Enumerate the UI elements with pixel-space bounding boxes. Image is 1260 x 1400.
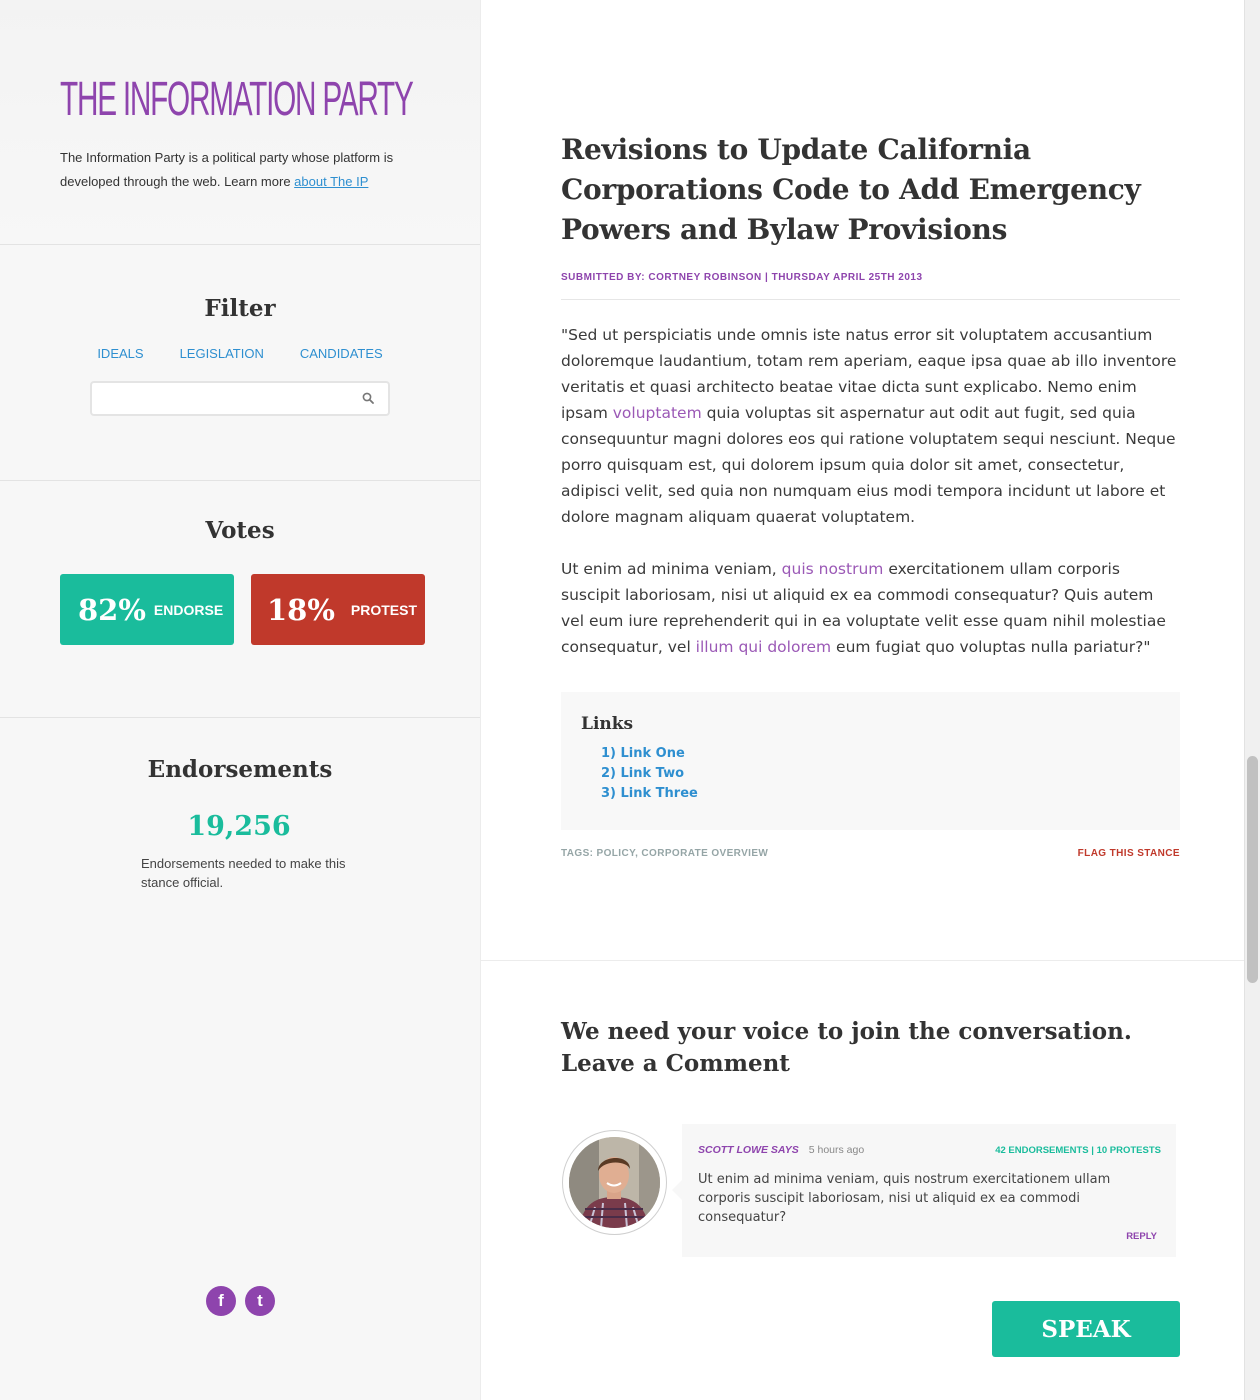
search-box — [90, 381, 390, 416]
protest-button[interactable]: 18% PROTEST — [251, 574, 425, 645]
sidebar: THE INFORMATION PARTY The Information Pa… — [0, 0, 481, 1400]
comment-time: 5 hours ago — [808, 1144, 865, 1156]
link-one[interactable]: 1) Link One — [601, 744, 1160, 764]
comment-card: SCOTT LOWE SAYS 5 hours ago 42 ENDORSEME… — [672, 1124, 1176, 1257]
endorsements-section: Endorsements 19,256 Endorsements needed … — [0, 718, 480, 892]
article-title: Revisions to Update California Corporati… — [561, 133, 1141, 246]
endorsements-title: Endorsements — [147, 756, 333, 783]
tab-candidates[interactable]: CANDIDATES — [300, 346, 383, 361]
tags-row: TAGS: POLICY, CORPORATE OVERVIEW FLAG TH… — [561, 848, 1180, 859]
tab-legislation[interactable]: LEGISLATION — [180, 346, 264, 361]
comment-author[interactable]: SCOTT LOWE SAYS — [698, 1144, 799, 1156]
intro-text: The Information Party is a political par… — [60, 146, 440, 194]
comments-heading-line2: Leave a Comment — [561, 1050, 790, 1077]
avatar-photo — [569, 1137, 660, 1228]
endorsements-note: Endorsements needed to make this stance … — [141, 856, 346, 890]
link-quis-nostrum[interactable]: quis nostrum — [782, 560, 884, 578]
p2-text-c: eum fugiat quo voluptas nulla pariatur?" — [831, 638, 1151, 656]
endorse-percent: 82% — [78, 592, 146, 627]
section-divider — [481, 960, 1244, 961]
comment-text: Ut enim ad minima veniam, quis nostrum e… — [698, 1172, 1111, 1225]
links-title: Links — [581, 714, 634, 734]
social-links: f t — [206, 1286, 275, 1316]
p2-text-a: Ut enim ad minima veniam, — [561, 560, 782, 578]
search-icon[interactable] — [362, 392, 374, 404]
filter-title: Filter — [204, 295, 276, 322]
article-meta: SUBMITTED BY: CORTNEY ROBINSON | THURSDA… — [561, 272, 1180, 300]
comment-header: SCOTT LOWE SAYS 5 hours ago 42 ENDORSEME… — [698, 1144, 1161, 1156]
reply-button[interactable]: REPLY — [698, 1231, 1161, 1242]
comments-heading-line1: We need your voice to join the conversat… — [561, 1018, 1132, 1045]
protest-percent: 18% — [267, 592, 335, 627]
link-three[interactable]: 3) Link Three — [601, 784, 1160, 804]
link-illum-qui-dolorem[interactable]: illum qui dolorem — [696, 638, 831, 656]
tab-ideals[interactable]: IDEALS — [97, 346, 143, 361]
paragraph-1: "Sed ut perspiciatis unde omnis iste nat… — [561, 322, 1180, 530]
p1-text-b: quia voluptas sit aspernatur aut odit au… — [561, 404, 1176, 526]
endorse-label: ENDORSE — [153, 601, 224, 618]
article-body: "Sed ut perspiciatis unde omnis iste nat… — [561, 322, 1180, 660]
endorsements-count: 19,256 — [187, 811, 291, 842]
avatar[interactable] — [562, 1130, 667, 1235]
votes-title: Votes — [205, 517, 275, 544]
endorse-button[interactable]: 82% ENDORSE — [60, 574, 234, 645]
filter-section: Filter IDEALS LEGISLATION CANDIDATES — [0, 245, 480, 481]
person-icon — [569, 1137, 660, 1228]
article: Revisions to Update California Corporati… — [561, 130, 1180, 859]
facebook-icon[interactable]: f — [206, 1286, 236, 1316]
flag-stance-link[interactable]: FLAG THIS STANCE — [1078, 848, 1180, 859]
main-content: Revisions to Update California Corporati… — [481, 0, 1244, 1400]
links-list: 1) Link One 2) Link Two 3) Link Three — [581, 744, 1160, 804]
comments-heading: We need your voice to join the conversat… — [561, 1016, 1161, 1080]
filter-tabs: IDEALS LEGISLATION CANDIDATES — [0, 346, 480, 361]
scrollbar[interactable] — [1244, 0, 1260, 1400]
paragraph-2: Ut enim ad minima veniam, quis nostrum e… — [561, 556, 1180, 660]
about-link[interactable]: about The IP — [294, 174, 368, 189]
vote-buttons: 82% ENDORSE 18% PROTEST — [0, 574, 480, 645]
tags-list[interactable]: TAGS: POLICY, CORPORATE OVERVIEW — [561, 848, 768, 859]
protest-label: PROTEST — [350, 601, 418, 618]
twitter-icon[interactable]: t — [245, 1286, 275, 1316]
comment-stats: 42 ENDORSEMENTS | 10 PROTESTS — [995, 1145, 1161, 1156]
links-box: Links 1) Link One 2) Link Two 3) Link Th… — [561, 692, 1180, 830]
votes-section: Votes 82% ENDORSE 18% PROTEST — [0, 481, 480, 718]
site-logo[interactable]: THE INFORMATION PARTY — [60, 76, 414, 124]
scrollbar-thumb[interactable] — [1247, 756, 1258, 983]
brand-section: THE INFORMATION PARTY The Information Pa… — [0, 0, 480, 245]
link-voluptatem[interactable]: voluptatem — [613, 404, 702, 422]
link-two[interactable]: 2) Link Two — [601, 764, 1160, 784]
speak-button[interactable]: SPEAK — [992, 1301, 1180, 1357]
search-input[interactable] — [110, 383, 370, 414]
